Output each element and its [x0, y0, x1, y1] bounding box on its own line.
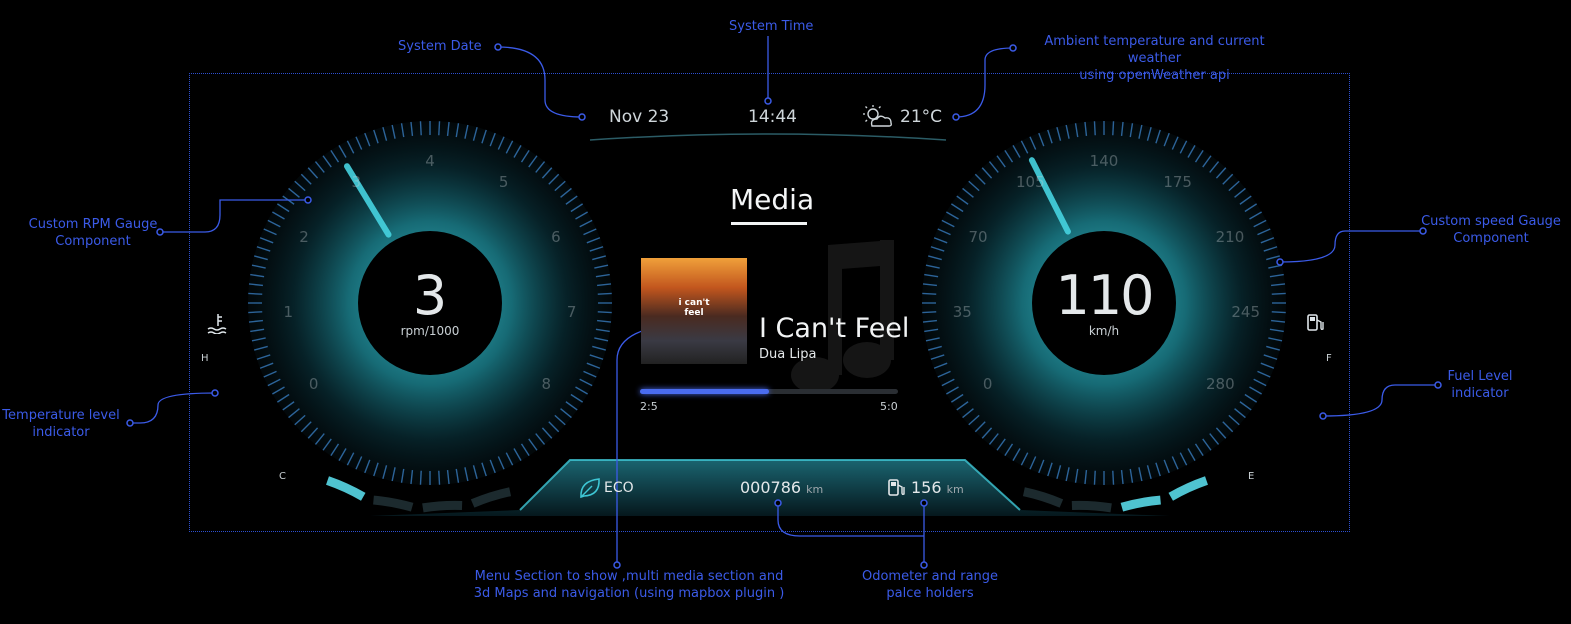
annotation-system-time: System Time	[729, 19, 814, 34]
album-art[interactable]: i can't feel	[641, 258, 747, 364]
drive-mode: ECO	[604, 480, 634, 496]
rpm-value: 3	[412, 264, 448, 327]
temperature-low-label: C	[279, 471, 286, 482]
gauge-tick-label: 0	[982, 375, 993, 394]
annotation-speed-gauge: Custom speed Gauge Component	[1421, 214, 1561, 246]
fuel-empty-label: E	[1248, 471, 1255, 482]
fuel-full-label: F	[1326, 353, 1332, 364]
dashboard-stage: System Date System Time Ambient temperat…	[0, 0, 1571, 624]
dashboard-frame	[189, 73, 1350, 532]
temperature-high-label: H	[201, 353, 209, 364]
odometer-value: 000786	[740, 478, 802, 497]
gauge-tick-label: 6	[551, 228, 561, 247]
rpm-readout: 3 rpm/1000	[400, 264, 460, 339]
album-art-text: i can't feel	[678, 298, 710, 318]
gauge-tick-label: 5	[498, 172, 509, 191]
gauge-tick-label: 245	[1231, 303, 1261, 322]
annotation-system-date: System Date	[398, 39, 482, 54]
gauge-tick-label: 140	[1089, 152, 1119, 170]
range-fuel-icon	[888, 479, 905, 496]
gauge-tick-label: 7	[566, 303, 577, 322]
speed-readout: 110 km/h	[1055, 264, 1154, 339]
range-value: 156	[911, 478, 942, 497]
media-tab-underline	[731, 222, 807, 225]
range-unit: km	[946, 483, 964, 496]
playback-progress-fill	[640, 389, 769, 394]
gauge-tick-label: 0	[308, 375, 319, 394]
fuel-pump-icon	[1307, 314, 1324, 331]
gauge-tick-label: 8	[541, 375, 552, 394]
gauge-tick-label: 210	[1215, 228, 1245, 247]
odometer-unit: km	[806, 483, 824, 496]
eco-leaf-icon	[580, 478, 600, 499]
total-duration: 5:0	[880, 400, 898, 413]
system-date: Nov 23	[609, 107, 670, 127]
annotation-weather: Ambient temperature and current weather …	[1044, 34, 1265, 83]
gauge-tick-label: 175	[1163, 172, 1192, 191]
annotation-menu: Menu Section to show ,multi media sectio…	[473, 569, 785, 601]
playback-progress-bar[interactable]	[640, 389, 898, 394]
speed-value: 110	[1055, 264, 1154, 327]
elapsed-time: 2:5	[640, 400, 658, 413]
gauge-tick-label: 3	[351, 172, 362, 191]
gauge-tick-label: 70	[968, 228, 988, 247]
song-title: I Can't Feel	[759, 313, 910, 344]
gauge-tick-label: 280	[1205, 375, 1235, 394]
gauge-tick-label: 4	[425, 152, 435, 170]
media-section-title[interactable]: Media	[730, 183, 814, 216]
artist-name: Dua Lipa	[759, 347, 817, 362]
gauge-tick-label: 105	[1016, 172, 1045, 191]
gauge-tick-label: 2	[299, 228, 309, 247]
partly-cloudy-icon	[863, 105, 892, 127]
gauge-tick-label: 35	[952, 303, 972, 322]
coolant-temperature-icon	[207, 314, 227, 334]
annotation-temperature: Temperature level indicator	[2, 408, 120, 440]
rpm-unit: rpm/1000	[400, 324, 460, 338]
odometer: 000786 km	[740, 478, 823, 497]
annotation-rpm-gauge: Custom RPM Gauge Component	[28, 217, 158, 249]
ambient-temperature: 21°C	[900, 107, 943, 127]
annotation-fuel: Fuel Level indicator	[1447, 369, 1513, 401]
system-time: 14:44	[748, 107, 797, 127]
range: 156 km	[911, 478, 964, 497]
annotation-odometer: Odometer and range palce holders	[861, 569, 999, 601]
gauge-tick-label: 1	[283, 303, 294, 322]
